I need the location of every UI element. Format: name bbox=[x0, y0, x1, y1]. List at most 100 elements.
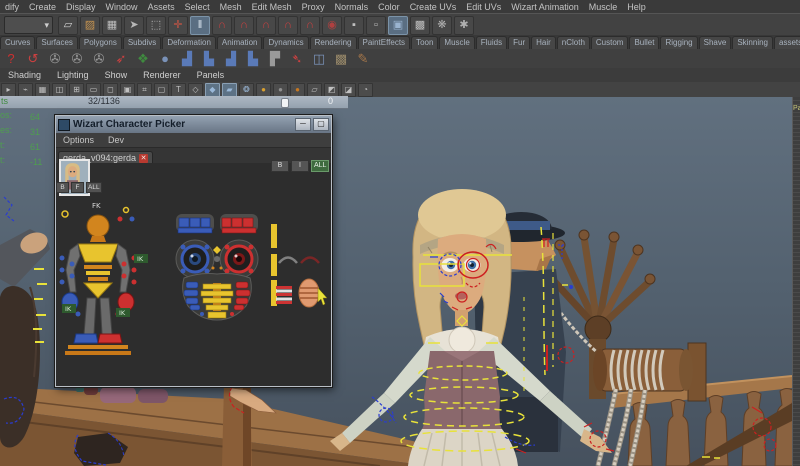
shelf-tab-ncloth[interactable]: nCloth bbox=[557, 36, 590, 49]
ipr-render-icon[interactable]: ❋ bbox=[432, 16, 452, 35]
menu-window[interactable]: Window bbox=[101, 1, 143, 13]
shelf-tab-fluids[interactable]: Fluids bbox=[476, 36, 507, 49]
shelf-tab-muscle[interactable]: Muscle bbox=[439, 36, 474, 49]
field-chart-icon[interactable]: ⌗ bbox=[137, 83, 152, 97]
camera-up-shelf-icon[interactable]: ✇ bbox=[88, 50, 110, 67]
bucket-shelf-icon-1[interactable]: ▟ bbox=[176, 50, 198, 67]
shelf-tab-toon[interactable]: Toon bbox=[411, 36, 438, 49]
highlight-selection-icon[interactable]: ‖ bbox=[190, 16, 210, 35]
snap-to-plane-icon[interactable]: ∩ bbox=[278, 16, 298, 35]
menu-select[interactable]: Select bbox=[180, 1, 215, 13]
save-scene-icon[interactable]: ▦ bbox=[102, 16, 122, 35]
camera-shelf-icon[interactable]: ✇ bbox=[44, 50, 66, 67]
all-filter-button[interactable]: ALL bbox=[311, 160, 329, 172]
menu-assets[interactable]: Assets bbox=[143, 1, 180, 13]
film-gate-icon[interactable]: ▭ bbox=[86, 83, 101, 97]
all-lights-icon[interactable]: ● bbox=[256, 83, 271, 97]
all-small-button[interactable]: ALL bbox=[86, 182, 102, 193]
render-current-frame-icon[interactable]: ▩ bbox=[410, 16, 430, 35]
two-pane-icon[interactable]: ◫ bbox=[52, 83, 67, 97]
cycle-shelf-icon[interactable]: ↺ bbox=[22, 50, 44, 67]
body-filter-button[interactable]: B bbox=[271, 160, 289, 172]
make-live-icon[interactable]: ◉ bbox=[322, 16, 342, 35]
snap-to-grid-icon[interactable]: ∩ bbox=[212, 16, 232, 35]
b-small-button[interactable]: B bbox=[56, 182, 69, 193]
shelf-tab-skinning[interactable]: Skinning bbox=[732, 36, 773, 49]
multi-lights-icon[interactable]: ❂ bbox=[239, 83, 254, 97]
red-arrow-shelf-icon[interactable]: ➶ bbox=[110, 50, 132, 67]
select-by-object-icon[interactable]: ⬚ bbox=[146, 16, 166, 35]
bucket-shelf-icon-3[interactable]: ▟ bbox=[220, 50, 242, 67]
selection-mask-dropdown[interactable]: ▾ bbox=[4, 16, 53, 34]
shelf-tab-animation[interactable]: Animation bbox=[217, 36, 263, 49]
menu-edit-mesh[interactable]: Edit Mesh bbox=[247, 1, 297, 13]
panel-menu-shading[interactable]: Shading bbox=[0, 70, 49, 80]
menu-mesh[interactable]: Mesh bbox=[215, 1, 247, 13]
shelf-tab-dynamics[interactable]: Dynamics bbox=[263, 36, 308, 49]
render-settings-icon[interactable]: ✱ bbox=[454, 16, 474, 35]
menu-display[interactable]: Display bbox=[61, 1, 101, 13]
shaded-mode-icon[interactable]: ◆ bbox=[205, 83, 220, 97]
right-panel-edge[interactable]: Pa bbox=[792, 97, 800, 466]
face-picker[interactable] bbox=[176, 214, 258, 320]
xray-icon[interactable]: ◩ bbox=[324, 83, 339, 97]
shadows-icon[interactable]: ● bbox=[273, 83, 288, 97]
picker-titlebar[interactable]: Wizart Character Picker ─ ▢ bbox=[56, 116, 331, 133]
menu-create[interactable]: Create bbox=[24, 1, 61, 13]
shelf-tab-rendering[interactable]: Rendering bbox=[310, 36, 357, 49]
menu-muscle[interactable]: Muscle bbox=[584, 1, 623, 13]
joints-xray-icon[interactable]: ◪ bbox=[341, 83, 356, 97]
resolution-gate-icon[interactable]: ◻ bbox=[103, 83, 118, 97]
select-by-hierarchy-icon[interactable]: ➤ bbox=[124, 16, 144, 35]
shelf-tab-custom[interactable]: Custom bbox=[591, 36, 629, 49]
shelf-tab-curves[interactable]: Curves bbox=[0, 36, 35, 49]
body-picker[interactable]: FK bbox=[60, 202, 149, 355]
menu-wizart-animation[interactable]: Wizart Animation bbox=[506, 1, 584, 13]
maximize-button[interactable]: ▢ bbox=[313, 118, 329, 131]
f-small-button[interactable]: F bbox=[71, 182, 84, 193]
shelf-tab-bullet[interactable]: Bullet bbox=[629, 36, 659, 49]
pin-shelf-icon[interactable]: ➴ bbox=[286, 50, 308, 67]
help-shelf-icon[interactable]: ? bbox=[0, 50, 22, 67]
isolate-select-icon[interactable]: ▱ bbox=[307, 83, 322, 97]
panel-shelf-icon[interactable]: ▛ bbox=[264, 50, 286, 67]
shelf-tab-subdivs[interactable]: Subdivs bbox=[123, 36, 161, 49]
side-controls[interactable] bbox=[271, 224, 327, 307]
wireframe-icon[interactable]: ◇ bbox=[188, 83, 203, 97]
camera-select-icon[interactable]: ▸ bbox=[1, 83, 16, 97]
menu-proxy[interactable]: Proxy bbox=[297, 1, 330, 13]
open-scene-icon[interactable]: ▨ bbox=[80, 16, 100, 35]
textured-mode-icon[interactable]: ▰ bbox=[222, 83, 237, 97]
influence-filter-button[interactable]: I bbox=[291, 160, 309, 172]
panel-menu-show[interactable]: Show bbox=[97, 70, 136, 80]
image-plane-icon[interactable]: ▦ bbox=[35, 83, 50, 97]
select-by-component-icon[interactable]: ✛ bbox=[168, 16, 188, 35]
construction-history-icon[interactable]: ▣ bbox=[388, 16, 408, 35]
menu-dify[interactable]: dify bbox=[0, 1, 24, 13]
safe-title-icon[interactable]: T bbox=[171, 83, 186, 97]
wizart-character-picker-window[interactable]: Wizart Character Picker ─ ▢ OptionsDev g… bbox=[55, 115, 332, 387]
menu-normals[interactable]: Normals bbox=[330, 1, 374, 13]
shelf-tab-shave[interactable]: Shave bbox=[699, 36, 732, 49]
bookmark-icon[interactable]: ⌁ bbox=[18, 83, 33, 97]
safe-action-icon[interactable]: ▢ bbox=[154, 83, 169, 97]
output-connections-icon[interactable]: ▫ bbox=[366, 16, 386, 35]
bucket-shelf-icon-4[interactable]: ▙ bbox=[242, 50, 264, 67]
shelf-tab-fur[interactable]: Fur bbox=[508, 36, 530, 49]
brush-shelf-icon[interactable]: ✎ bbox=[352, 50, 374, 67]
menu-help[interactable]: Help bbox=[622, 1, 651, 13]
menu-edit-uvs[interactable]: Edit UVs bbox=[461, 1, 506, 13]
shelf-tab-deformation[interactable]: Deformation bbox=[162, 36, 216, 49]
panel-menu-lighting[interactable]: Lighting bbox=[49, 70, 97, 80]
panel-menu-renderer[interactable]: Renderer bbox=[135, 70, 189, 80]
exposure-icon[interactable]: ◔ bbox=[358, 83, 373, 97]
shelf-tab-surfaces[interactable]: Surfaces bbox=[36, 36, 78, 49]
snap-to-point-icon[interactable]: ∩ bbox=[256, 16, 276, 35]
menu-create-uvs[interactable]: Create UVs bbox=[405, 1, 462, 13]
input-connections-icon[interactable]: ▪ bbox=[344, 16, 364, 35]
time-slider[interactable]: ts 32/1136 0 bbox=[0, 96, 348, 109]
menu-color[interactable]: Color bbox=[373, 1, 405, 13]
picker-graphics[interactable]: FK bbox=[56, 162, 333, 387]
picker-menu-dev[interactable]: Dev bbox=[101, 135, 131, 145]
panel-menu-panels[interactable]: Panels bbox=[189, 70, 233, 80]
